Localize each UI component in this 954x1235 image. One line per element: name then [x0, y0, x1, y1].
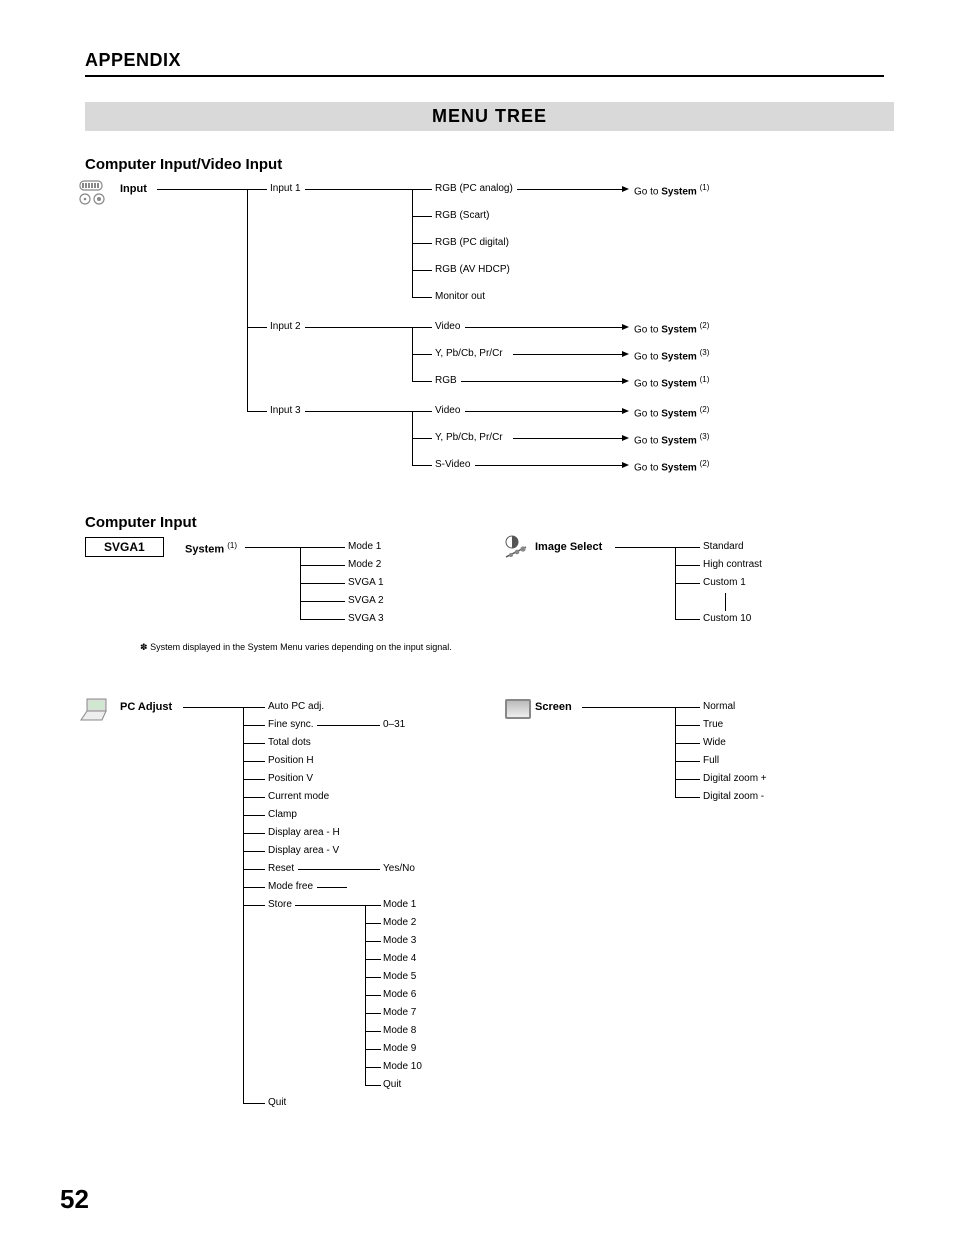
arrow-icon	[622, 351, 629, 357]
pc-reset-yn: Yes/No	[383, 863, 415, 874]
i1-rgb-avhdcp: RGB (AV HDCP)	[435, 264, 510, 275]
pc-totaldots: Total dots	[268, 737, 311, 748]
input2-label: Input 2	[270, 321, 301, 332]
appendix-heading: APPENDIX	[85, 50, 884, 77]
store-m6: Mode 6	[383, 989, 416, 1000]
store-m8: Mode 8	[383, 1025, 416, 1036]
pc-quit: Quit	[268, 1097, 286, 1108]
pc-finesync-range: 0–31	[383, 719, 405, 730]
store-m9: Mode 9	[383, 1043, 416, 1054]
i3-svideo: S-Video	[435, 459, 470, 470]
section-heading-1: Computer Input/Video Input	[85, 156, 894, 173]
image-select-root: Image Select	[535, 541, 602, 553]
i1-rgb-scart: RGB (Scart)	[435, 210, 489, 221]
i1-rgb-digital: RGB (PC digital)	[435, 237, 509, 248]
image-select-standard: Standard	[703, 541, 744, 552]
system-svga1: SVGA 1	[348, 577, 384, 588]
store-m4: Mode 4	[383, 953, 416, 964]
store-m2: Mode 2	[383, 917, 416, 928]
input-icon	[79, 179, 105, 205]
input1-label: Input 1	[270, 183, 301, 194]
pc-dispareah: Display area - H	[268, 827, 340, 838]
goto-system-3a: Go to System (3)	[634, 348, 709, 362]
system-mode2: Mode 2	[348, 559, 381, 570]
i2-ypbcb: Y, Pb/Cb, Pr/Cr	[435, 348, 503, 359]
arrow-icon	[622, 435, 629, 441]
arrow-icon	[622, 186, 629, 192]
goto-system-1b: Go to System (1)	[634, 375, 709, 389]
screen-zoomminus: Digital zoom -	[703, 791, 764, 802]
input-root-label: Input	[120, 183, 147, 195]
store-m10: Mode 10	[383, 1061, 422, 1072]
pc-auto: Auto PC adj.	[268, 701, 324, 712]
system-svga2: SVGA 2	[348, 595, 384, 606]
pc-clamp: Clamp	[268, 809, 297, 820]
i2-rgb: RGB	[435, 375, 457, 386]
pc-reset: Reset	[268, 863, 294, 874]
laptop-icon	[79, 697, 105, 723]
image-select-custom10: Custom 10	[703, 613, 751, 624]
image-select-icon	[503, 535, 529, 561]
store-m1: Mode 1	[383, 899, 416, 910]
computer-input-canvas: SVGA1 System (1) Mode 1 Mode 2 SVGA 1 SV…	[85, 537, 894, 1097]
arrow-icon	[622, 408, 629, 414]
pc-posh: Position H	[268, 755, 314, 766]
store-quit: Quit	[383, 1079, 401, 1090]
svga-box: SVGA1	[85, 537, 164, 557]
goto-system-2c: Go to System (2)	[634, 459, 709, 473]
store-m3: Mode 3	[383, 935, 416, 946]
vertical-ellipsis	[725, 593, 726, 611]
input-tree-canvas: Input Input 1 RGB (PC analog) Go to Syst…	[85, 179, 894, 479]
page: APPENDIX MENU TREE Computer Input/Video …	[0, 0, 954, 1235]
i1-rgb-analog: RGB (PC analog)	[435, 183, 513, 194]
screen-zoomplus: Digital zoom +	[703, 773, 767, 784]
screen-root: Screen	[535, 701, 572, 713]
section-heading-2: Computer Input	[85, 514, 894, 531]
screen-wide: Wide	[703, 737, 726, 748]
arrow-icon	[622, 378, 629, 384]
system-mode1: Mode 1	[348, 541, 381, 552]
menu-tree-banner: MENU TREE	[85, 102, 894, 131]
screen-icon	[505, 699, 531, 725]
pc-store: Store	[268, 899, 292, 910]
i1-monitor-out: Monitor out	[435, 291, 485, 302]
pc-posv: Position V	[268, 773, 313, 784]
screen-true: True	[703, 719, 723, 730]
image-select-highcontrast: High contrast	[703, 559, 762, 570]
goto-system-1a: Go to System (1)	[634, 183, 709, 197]
store-m5: Mode 5	[383, 971, 416, 982]
i3-video: Video	[435, 405, 460, 416]
image-select-custom1: Custom 1	[703, 577, 746, 588]
arrow-icon	[622, 462, 629, 468]
screen-normal: Normal	[703, 701, 735, 712]
page-number: 52	[60, 1184, 89, 1215]
pc-modefree: Mode free	[268, 881, 313, 892]
input3-label: Input 3	[270, 405, 301, 416]
screen-full: Full	[703, 755, 719, 766]
system-root-label: System (1)	[185, 541, 237, 556]
pc-finesync: Fine sync.	[268, 719, 314, 730]
i2-video: Video	[435, 321, 460, 332]
store-m7: Mode 7	[383, 1007, 416, 1018]
i3-ypbcb: Y, Pb/Cb, Pr/Cr	[435, 432, 503, 443]
goto-system-2a: Go to System (2)	[634, 321, 709, 335]
system-note: ✽ System displayed in the System Menu va…	[140, 642, 452, 653]
goto-system-3b: Go to System (3)	[634, 432, 709, 446]
goto-system-2b: Go to System (2)	[634, 405, 709, 419]
arrow-icon	[622, 324, 629, 330]
pc-adjust-root: PC Adjust	[120, 701, 172, 713]
pc-currentmode: Current mode	[268, 791, 329, 802]
system-svga3: SVGA 3	[348, 613, 384, 624]
pc-dispareav: Display area - V	[268, 845, 339, 856]
